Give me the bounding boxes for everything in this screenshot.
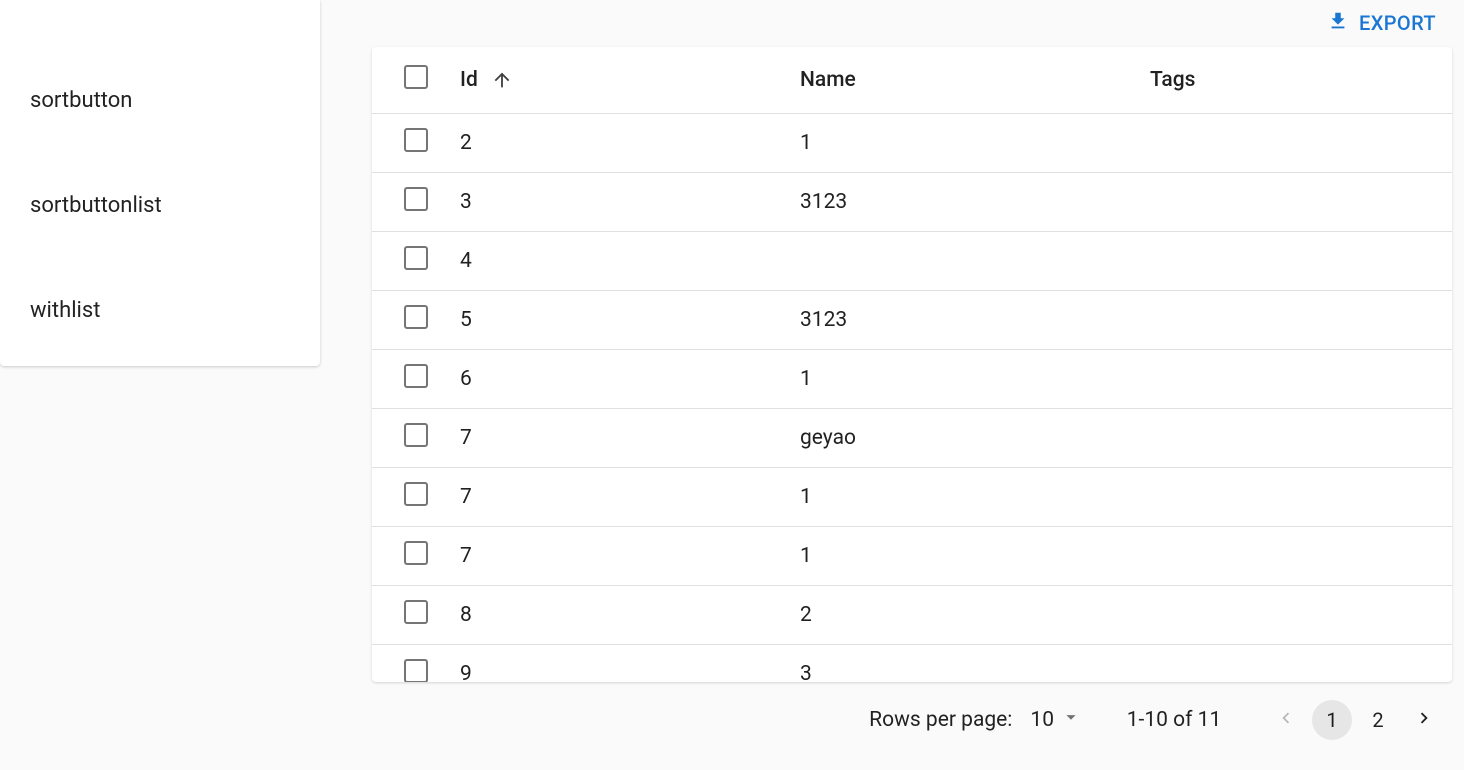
cell-tags [1138,644,1452,682]
cell-name [788,231,1138,290]
rows-per-page-value: 10 [1030,708,1054,732]
row-checkbox[interactable] [404,187,428,211]
sidebar-item-basic[interactable]: basic [0,0,320,48]
cell-id: 8 [448,585,788,644]
sort-asc-icon [491,69,513,91]
data-table: Id Name Tags 2133123453123617gey [372,47,1452,683]
cell-id: 7 [448,467,788,526]
sidebar-item-withlist[interactable]: withlist [0,258,320,363]
cell-name: 3123 [788,172,1138,231]
cell-name: 1 [788,467,1138,526]
sidebar-item-sortbutton[interactable]: sortbutton [0,48,320,153]
prev-page-button[interactable] [1266,700,1306,740]
cell-tags [1138,290,1452,349]
row-checkbox[interactable] [404,482,428,506]
cell-name: 3123 [788,290,1138,349]
row-checkbox[interactable] [404,128,428,152]
export-label: EXPORT [1359,11,1436,35]
cell-id: 6 [448,349,788,408]
cell-id: 2 [448,113,788,172]
rows-per-page-label: Rows per page: [869,708,1012,732]
column-label: Name [800,68,856,92]
page-1-button[interactable]: 1 [1312,700,1352,740]
column-header-tags[interactable]: Tags [1138,47,1452,114]
download-icon [1327,10,1349,37]
cell-tags [1138,467,1452,526]
table-row: 71 [372,467,1452,526]
row-checkbox[interactable] [404,541,428,565]
row-checkbox[interactable] [404,423,428,447]
cell-name: geyao [788,408,1138,467]
cell-name: 1 [788,113,1138,172]
row-checkbox[interactable] [404,364,428,388]
column-header-name[interactable]: Name [788,47,1138,114]
export-button[interactable]: EXPORT [1319,4,1444,43]
table-row: 33123 [372,172,1452,231]
cell-id: 5 [448,290,788,349]
cell-tags [1138,408,1452,467]
cell-name: 1 [788,526,1138,585]
rows-per-page-select[interactable]: 10 [1030,706,1082,734]
pagination-range: 1-10 of 11 [1114,708,1234,732]
cell-tags [1138,526,1452,585]
table-row: 71 [372,526,1452,585]
page-number: 2 [1372,708,1383,732]
chevron-left-icon [1275,707,1297,734]
row-checkbox[interactable] [404,600,428,624]
cell-id: 7 [448,526,788,585]
sidebar-item-label: withlist [30,298,100,323]
cell-name: 3 [788,644,1138,682]
cell-tags [1138,231,1452,290]
sidebar-item-label: sortbutton [30,88,132,113]
select-all-checkbox[interactable] [404,65,428,89]
row-checkbox[interactable] [404,305,428,329]
pagination-controls: 1 2 [1266,700,1444,740]
table-row: 21 [372,113,1452,172]
table-row: 82 [372,585,1452,644]
main-content: EXPORT Id [320,0,1464,770]
cell-tags [1138,585,1452,644]
cell-name: 1 [788,349,1138,408]
cell-id: 4 [448,231,788,290]
column-label: Id [460,68,478,92]
cell-id: 7 [448,408,788,467]
table-row: 4 [372,231,1452,290]
sidebar-item-label: sortbuttonlist [30,193,162,218]
cell-tags [1138,172,1452,231]
toolbar: EXPORT [372,0,1452,47]
table-row: 61 [372,349,1452,408]
chevron-right-icon [1413,707,1435,734]
row-checkbox[interactable] [404,246,428,270]
page-number: 1 [1326,708,1337,732]
rows-per-page: Rows per page: 10 [869,706,1082,734]
table-row: 7geyao [372,408,1452,467]
table-row: 53123 [372,290,1452,349]
table-row: 93 [372,644,1452,682]
next-page-button[interactable] [1404,700,1444,740]
dropdown-icon [1060,706,1082,734]
cell-name: 2 [788,585,1138,644]
sidebar-item-sortbuttonlist[interactable]: sortbuttonlist [0,153,320,258]
table-header-row: Id Name Tags [372,47,1452,114]
column-label: Tags [1150,68,1195,92]
table-footer: Rows per page: 10 1-10 of 11 1 [372,682,1452,740]
cell-tags [1138,349,1452,408]
cell-tags [1138,113,1452,172]
cell-id: 3 [448,172,788,231]
sidebar: basic sortbutton sortbuttonlist withlist [0,0,320,366]
cell-id: 9 [448,644,788,682]
page-2-button[interactable]: 2 [1358,700,1398,740]
column-header-id[interactable]: Id [448,47,788,114]
sidebar-item-label: basic [30,0,83,1]
row-checkbox[interactable] [404,659,428,683]
